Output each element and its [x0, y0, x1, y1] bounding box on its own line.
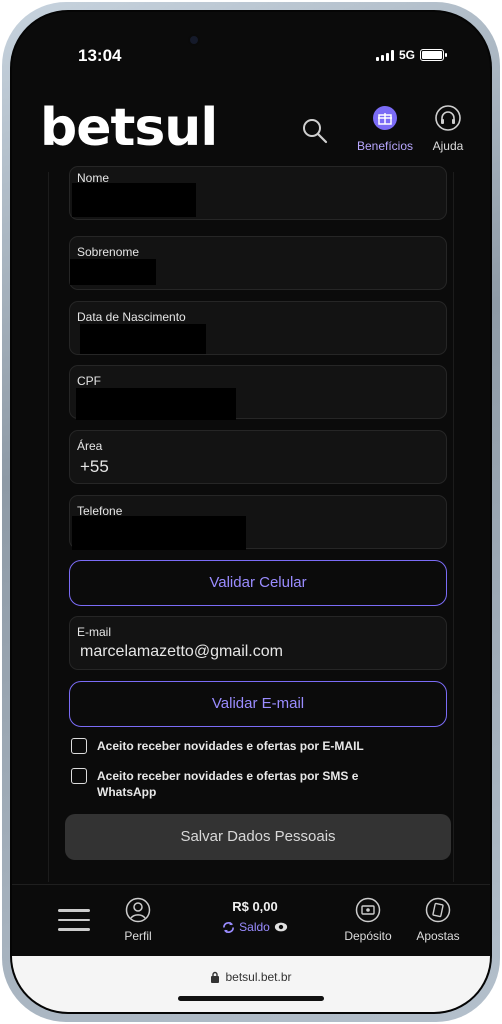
opt-in-sms-label: Aceito receber novidades e ofertas por S… [97, 769, 359, 799]
balance-widget[interactable]: R$ 0,00 Saldo [210, 899, 300, 934]
redaction-block [72, 183, 196, 217]
deposit-label: Depósito [344, 929, 392, 943]
email-label: E-mail [77, 625, 112, 639]
url-text: betsul.bet.br [225, 970, 292, 984]
birth-date-field[interactable]: Data de Nascimento [69, 301, 447, 355]
deposit-icon [355, 897, 381, 923]
gift-icon [373, 106, 397, 130]
birth-date-label: Data de Nascimento [77, 310, 186, 324]
menu-button[interactable] [58, 909, 90, 933]
validate-email-button[interactable]: Validar E-mail [69, 681, 447, 727]
opt-in-email-row[interactable]: Aceito receber novidades e ofertas por E… [71, 738, 364, 754]
status-bar: 13:04 5G [12, 12, 490, 88]
betsul-logo[interactable]: betsul [40, 98, 218, 158]
status-icons: 5G [375, 48, 447, 62]
balance-amount: R$ 0,00 [232, 899, 278, 914]
redaction-block [80, 324, 206, 354]
opt-in-sms-checkbox[interactable] [71, 768, 87, 784]
last-name-field[interactable]: Sobrenome [69, 236, 447, 290]
refresh-icon[interactable] [222, 921, 235, 934]
profile-button[interactable]: Perfil [116, 897, 160, 943]
validate-phone-button[interactable]: Validar Celular [69, 560, 447, 606]
search-icon [303, 119, 328, 144]
area-code-label: Área [77, 439, 103, 453]
network-type: 5G [398, 48, 415, 62]
first-name-field[interactable]: Nome [69, 166, 447, 220]
last-name-label: Sobrenome [77, 245, 140, 259]
headset-icon [435, 105, 461, 131]
profile-label: Perfil [124, 929, 152, 943]
benefits-button[interactable]: Benefícios [350, 104, 420, 160]
phone-frame: 13:04 5G betsul Benefícios Ajuda Nome So… [2, 2, 500, 1022]
save-personal-data-button[interactable]: Salvar Dados Pessoais [65, 814, 451, 860]
help-button[interactable]: Ajuda [418, 104, 478, 160]
redaction-block [76, 388, 236, 420]
phone-field[interactable]: Telefone [69, 495, 447, 550]
eye-icon[interactable] [274, 921, 288, 933]
app-header: betsul Benefícios Ajuda [12, 88, 490, 172]
area-code-field[interactable]: Área +55 [69, 430, 447, 484]
redaction-block [72, 516, 246, 550]
bottom-navigation: Perfil R$ 0,00 Saldo Depósito Apostas [12, 884, 490, 956]
status-time: 13:04 [78, 46, 122, 65]
ticket-icon [425, 897, 451, 923]
lock-icon [211, 971, 220, 983]
area-code-value: +55 [80, 457, 109, 476]
phone-bezel: 13:04 5G betsul Benefícios Ajuda Nome So… [10, 10, 492, 1014]
balance-label: Saldo [239, 920, 270, 934]
personal-data-form: Nome Sobrenome Data de Nascimento CPF Ár… [48, 166, 454, 882]
deposit-button[interactable]: Depósito [338, 897, 398, 943]
opt-in-email-checkbox[interactable] [71, 738, 87, 754]
opt-in-email-label: Aceito receber novidades e ofertas por E… [97, 739, 364, 753]
cpf-field[interactable]: CPF [69, 365, 447, 420]
email-value: marcelamazetto@gmail.com [80, 643, 283, 660]
cpf-label: CPF [77, 374, 101, 388]
opt-in-sms-row[interactable]: Aceito receber novidades e ofertas por S… [71, 768, 401, 800]
battery-icon [420, 49, 447, 61]
hamburger-icon [58, 909, 90, 931]
browser-address-bar[interactable]: betsul.bet.br [12, 956, 490, 1012]
signal-icon [375, 49, 394, 61]
redaction-block [70, 259, 156, 285]
home-indicator[interactable] [178, 996, 324, 1001]
help-label: Ajuda [432, 139, 464, 153]
user-icon [125, 897, 151, 923]
benefits-label: Benefícios [356, 139, 414, 153]
email-field[interactable]: E-mail marcelamazetto@gmail.com [69, 616, 447, 670]
bets-label: Apostas [416, 929, 460, 943]
screen: 13:04 5G betsul Benefícios Ajuda Nome So… [12, 12, 490, 1012]
search-button[interactable] [300, 116, 330, 146]
bets-button[interactable]: Apostas [410, 897, 466, 943]
front-camera [188, 34, 200, 46]
